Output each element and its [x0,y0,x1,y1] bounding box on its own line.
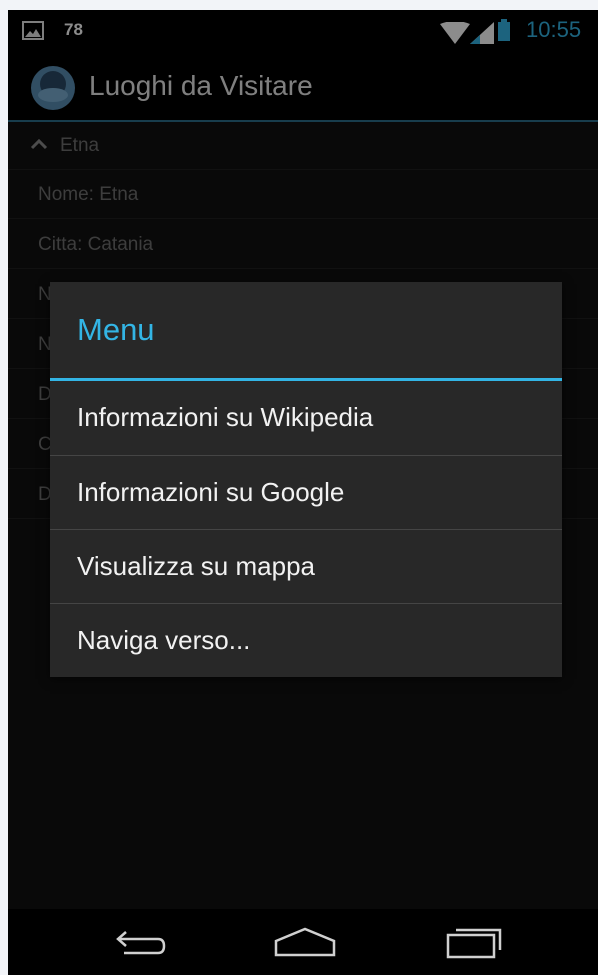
dialog-title: Menu [77,312,155,347]
menu-item-label: Visualizza su mappa [77,551,315,581]
menu-item-google[interactable]: Informazioni su Google [50,456,562,530]
menu-dialog: Menu Informazioni su Wikipedia Informazi… [50,282,562,677]
menu-item-label: Informazioni su Wikipedia [77,402,374,432]
menu-item-label: Naviga verso... [77,625,251,655]
menu-item-wikipedia[interactable]: Informazioni su Wikipedia [50,381,562,455]
back-icon[interactable] [100,921,170,965]
home-icon[interactable] [270,921,340,965]
phone-screen: 78 10:55 Luoghi da Visitare Etna Nome: E… [8,10,598,975]
menu-item-map[interactable]: Visualizza su mappa [50,530,562,604]
menu-item-label: Informazioni su Google [77,477,345,507]
navigation-bar [8,909,598,975]
menu-item-navigate[interactable]: Naviga verso... [50,604,562,678]
recent-apps-icon[interactable] [440,921,510,965]
